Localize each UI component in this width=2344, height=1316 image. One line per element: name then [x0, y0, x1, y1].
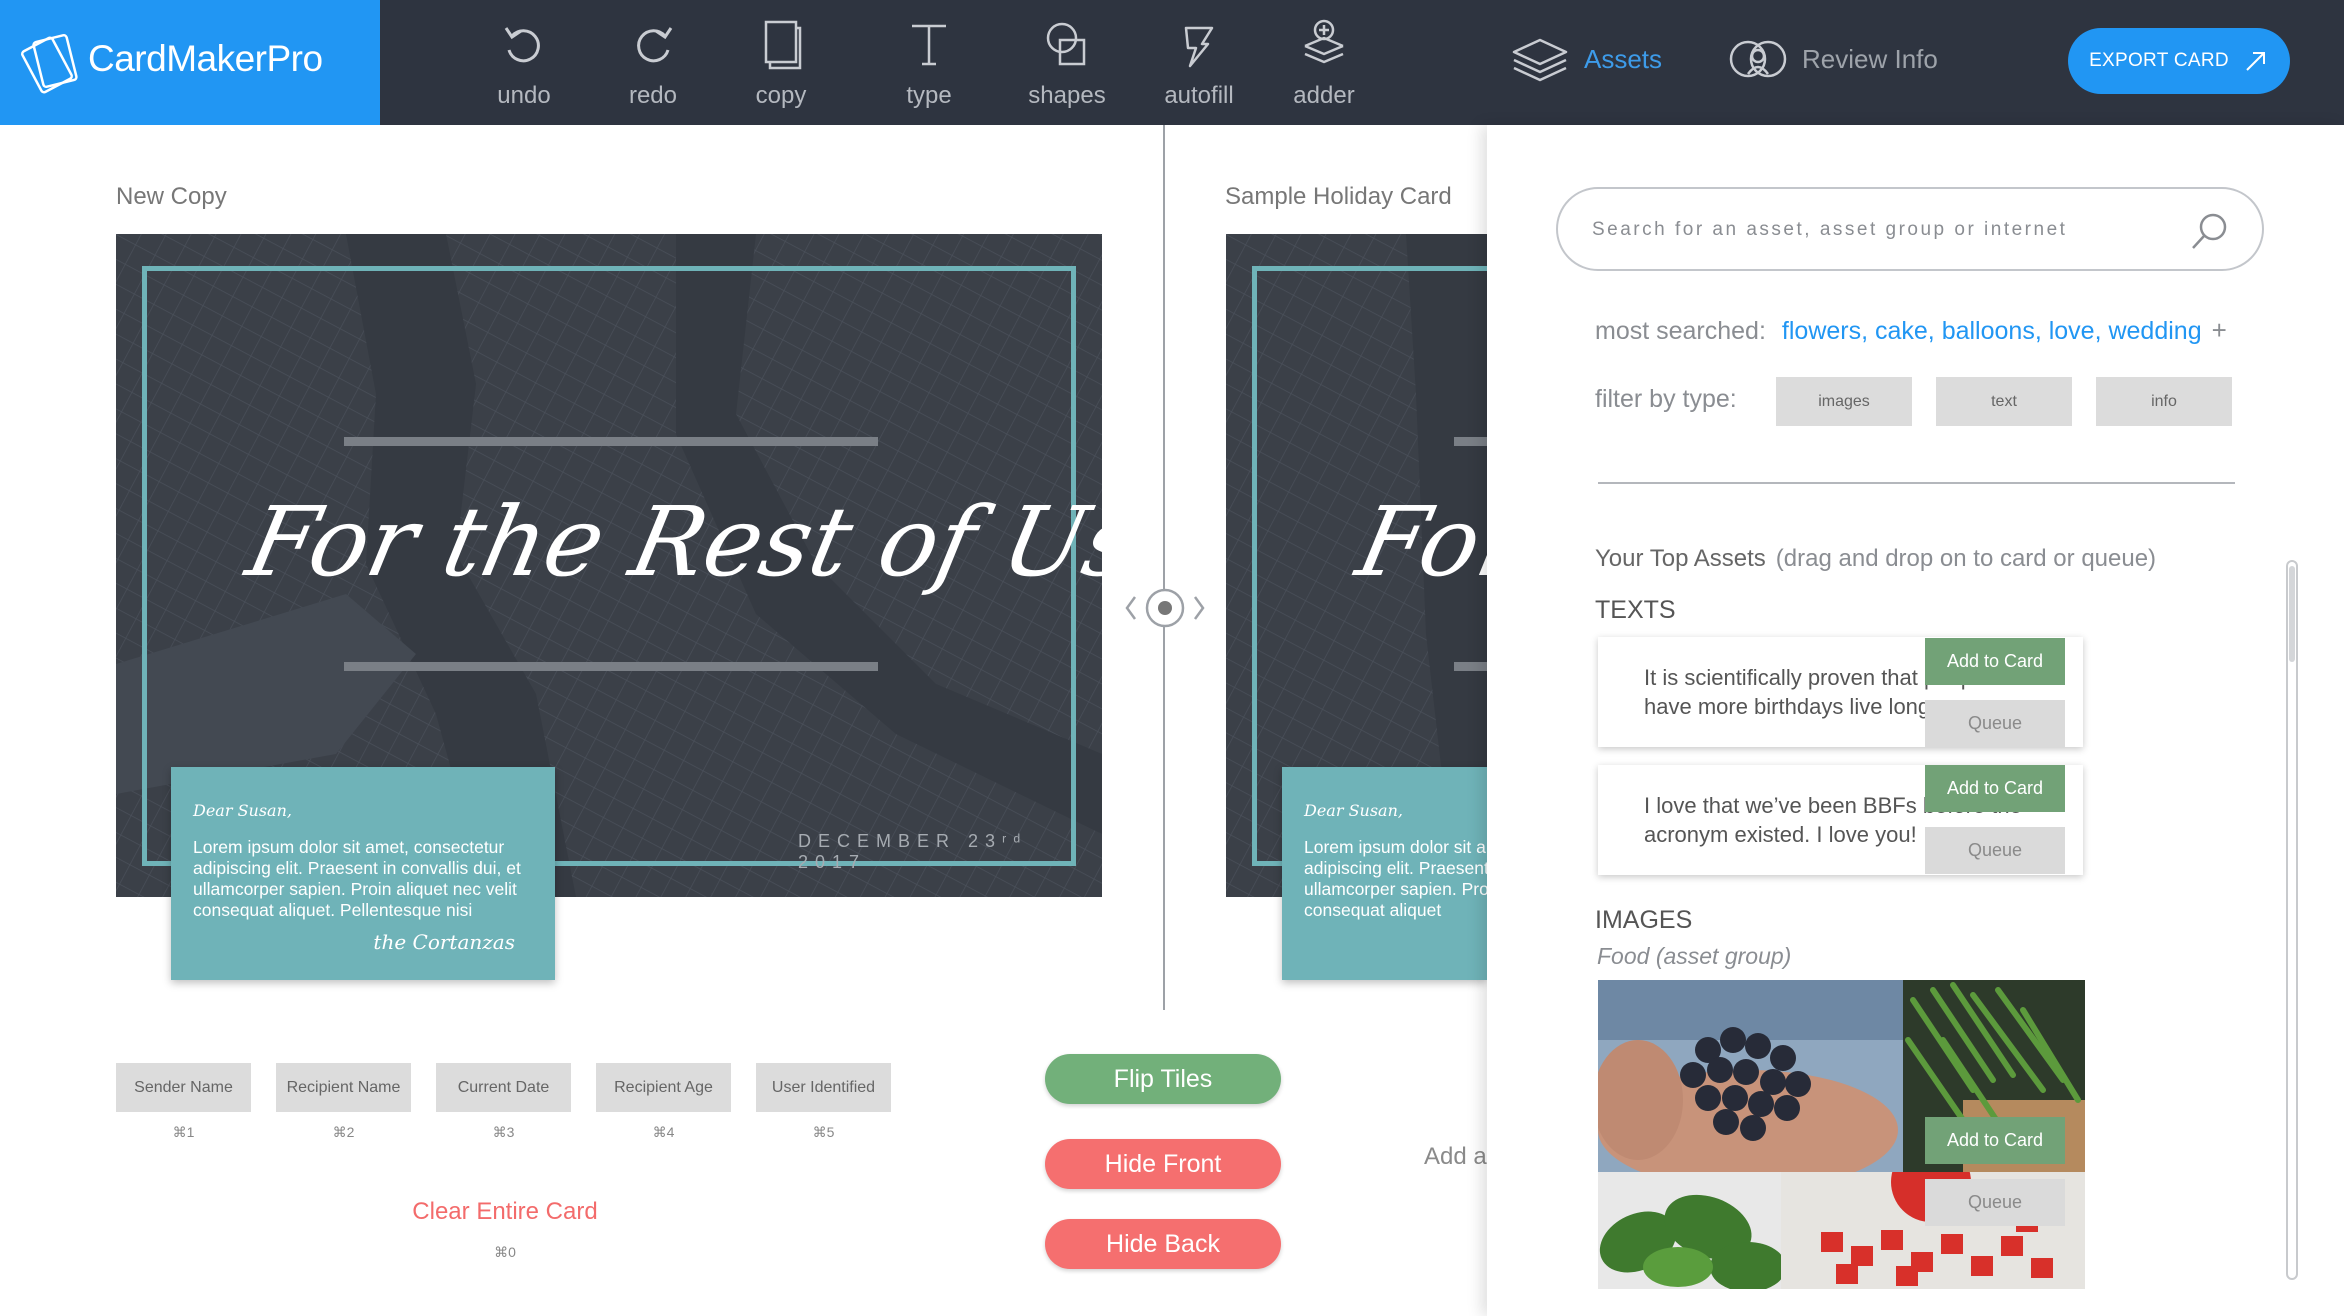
clear-card-shortcut: ⌘0 — [494, 1244, 516, 1260]
undo-icon — [504, 27, 540, 63]
add-to-card-button[interactable]: Add to Card — [1925, 1117, 2065, 1164]
card-divider — [1163, 125, 1165, 1010]
current-date-shortcut: ⌘3 — [492, 1124, 515, 1140]
shapes-icon — [1046, 22, 1086, 66]
asset-search-input[interactable] — [1592, 213, 2172, 247]
spinach-image — [1598, 1172, 1781, 1289]
autofill-tool[interactable]: autofill — [1139, 18, 1259, 110]
panel-scrollbar[interactable] — [2286, 560, 2298, 1280]
hide-front-button[interactable]: Hide Front — [1045, 1139, 1281, 1189]
card-date[interactable]: DECEMBER 23ʳᵈ 2017 — [798, 831, 1102, 873]
people-icon — [1729, 40, 1787, 78]
queue-button[interactable]: Queue — [1925, 700, 2065, 747]
sender-name-button[interactable]: Sender Name — [116, 1063, 251, 1112]
card-headline[interactable]: For the Rest of Us — [238, 486, 1102, 598]
add-to-card-button[interactable]: Add to Card — [1925, 765, 2065, 812]
most-searched-terms[interactable]: flowers, cake, balloons, love, wedding — [1782, 317, 2202, 345]
nav-assets[interactable]: Assets — [1510, 34, 1662, 84]
sender-name-shortcut: ⌘1 — [172, 1124, 195, 1140]
redo-icon — [637, 27, 673, 63]
filter-info-chip[interactable]: info — [2096, 377, 2232, 426]
sample-message-note: Dear Susan, Lorem ipsum dolor sit amet, … — [1282, 767, 1487, 980]
recipient-age-shortcut: ⌘4 — [652, 1124, 675, 1140]
user-identified-shortcut: ⌘5 — [812, 1124, 835, 1140]
app-name: CardMakerPro — [88, 38, 323, 79]
more-terms-button[interactable]: + — [2212, 315, 2227, 345]
shapes-label: shapes — [1028, 82, 1106, 109]
texts-heading: TEXTS — [1595, 596, 1676, 624]
redo-label: redo — [628, 82, 678, 109]
nav-review-info[interactable]: Review Info — [1728, 34, 1938, 84]
nav-assets-label: Assets — [1584, 43, 1663, 74]
asset-search-box[interactable] — [1556, 187, 2264, 271]
redo-tool[interactable]: redo — [593, 18, 713, 110]
add-to-card-button[interactable]: Add to Card — [1925, 638, 2065, 685]
export-card-button[interactable]: EXPORT CARD — [2068, 28, 2290, 94]
note-body: Lorem ipsum dolor sit amet, consectetur … — [193, 837, 521, 920]
top-decorative-rule — [344, 437, 878, 446]
hide-back-button[interactable]: Hide Back — [1045, 1219, 1281, 1269]
most-searched-label: most searched: — [1595, 317, 1766, 345]
filter-label: filter by type: — [1595, 385, 1737, 413]
external-arrow-icon — [2246, 52, 2265, 71]
adder-icon — [1304, 19, 1344, 64]
nav-review-label: Review Info — [1802, 43, 1938, 74]
copy-tool[interactable]: copy — [721, 18, 841, 110]
panel-divider — [1598, 482, 2235, 484]
app-logo[interactable]: CardMakerPro — [0, 0, 380, 125]
type-label: type — [906, 82, 952, 109]
top-bar: CardMakerPro undo redo copy type shapes … — [0, 0, 2344, 125]
images-heading: IMAGES — [1595, 906, 1693, 934]
sample-note-salutation: Dear Susan, — [1304, 801, 1403, 820]
undo-label: undo — [497, 82, 551, 109]
autofill-icon — [1184, 26, 1214, 68]
layers-icon — [1512, 38, 1568, 82]
adder-label: adder — [1293, 82, 1355, 109]
compare-slider-handle[interactable] — [1120, 583, 1210, 633]
top-assets-title: Your Top Assets — [1595, 545, 1766, 572]
copy-label: copy — [755, 82, 807, 109]
adder-tool[interactable]: adder — [1264, 18, 1384, 110]
asset-group-label: Food (asset group) — [1597, 943, 1792, 969]
flip-tiles-button[interactable]: Flip Tiles — [1045, 1054, 1281, 1104]
recipient-name-shortcut: ⌘2 — [332, 1124, 355, 1140]
queue-button[interactable]: Queue — [1925, 827, 2065, 874]
current-date-button[interactable]: Current Date — [436, 1063, 571, 1112]
sample-note-body: Lorem ipsum dolor sit amet, consectetur … — [1304, 837, 1487, 920]
search-icon[interactable] — [2188, 209, 2232, 253]
scrollbar-thumb[interactable] — [2289, 566, 2295, 662]
grapes-image — [1598, 980, 1903, 1172]
sample-top-rule — [1454, 437, 1487, 446]
clear-card-link[interactable]: Clear Entire Card — [380, 1198, 630, 1226]
filter-images-chip[interactable]: images — [1776, 377, 1912, 426]
left-card-title: New Copy — [116, 183, 227, 210]
shapes-tool[interactable]: shapes — [1007, 18, 1127, 110]
top-assets-hint: (drag and drop on to card or queue) — [1775, 545, 2157, 572]
top-assets-heading: Your Top Assets (drag and drop on to card… — [1595, 545, 2156, 573]
most-searched-row: most searched: flowers, cake, balloons, l… — [1595, 315, 2227, 346]
copy-icon — [764, 20, 802, 70]
type-icon — [912, 24, 946, 66]
message-note[interactable]: Dear Susan, Lorem ipsum dolor sit amet, … — [171, 767, 555, 980]
recipient-age-button[interactable]: Recipient Age — [596, 1063, 731, 1112]
queue-button[interactable]: Queue — [1925, 1179, 2065, 1226]
sample-headline: For — [1348, 486, 1487, 598]
autofill-label: autofill — [1164, 82, 1234, 109]
export-card-label: EXPORT CARD — [2089, 50, 2229, 71]
sample-bottom-rule — [1454, 662, 1487, 671]
add-hint-text: Add a — [1424, 1143, 1487, 1170]
note-salutation: Dear Susan, — [193, 801, 292, 820]
undo-tool[interactable]: undo — [464, 18, 584, 110]
note-signature: the Cortanzas — [373, 930, 515, 954]
assets-panel: most searched: flowers, cake, balloons, l… — [1487, 125, 2344, 1316]
user-identified-button[interactable]: User Identified — [756, 1063, 891, 1112]
filter-text-chip[interactable]: text — [1936, 377, 2072, 426]
cards-logo-icon — [20, 33, 78, 94]
recipient-name-button[interactable]: Recipient Name — [276, 1063, 411, 1112]
right-card-title: Sample Holiday Card — [1225, 183, 1452, 210]
bottom-decorative-rule — [344, 662, 878, 671]
type-tool[interactable]: type — [869, 18, 989, 110]
